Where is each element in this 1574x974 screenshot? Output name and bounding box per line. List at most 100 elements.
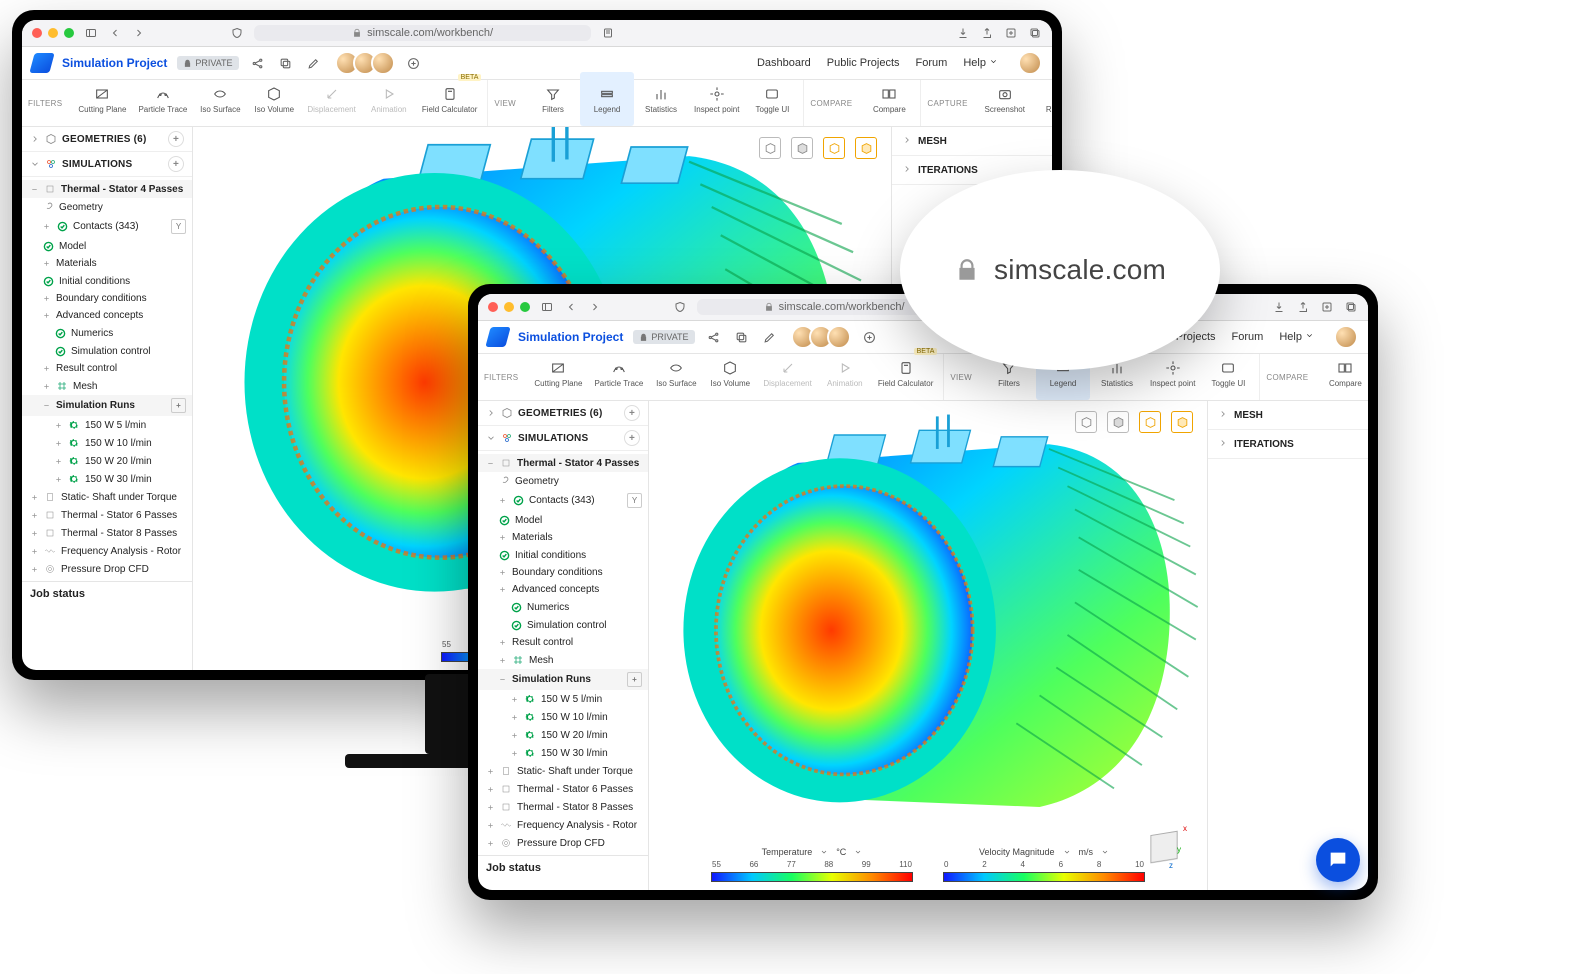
add-collaborator-icon[interactable] [405,54,423,72]
back-icon[interactable] [564,300,578,314]
tree-sim5[interactable]: Frequency Analysis - Rotor [478,816,648,834]
panel-iterations[interactable]: ITERATIONS [1208,430,1368,459]
section-geometries[interactable]: GEOMETRIES (6) + [22,127,192,152]
tree-run[interactable]: 150 W 20 l/min [478,726,648,744]
new-tab-icon[interactable] [1004,26,1018,40]
tree-sim3[interactable]: Thermal - Stator 6 Passes [478,780,648,798]
tree-sim3[interactable]: Thermal - Stator 6 Passes [22,506,192,524]
viewport[interactable]: x y z Temperature °C 5566778899110 [649,401,1207,890]
edit-icon[interactable] [761,328,779,346]
tb-screenshot[interactable]: Screenshot [978,72,1032,126]
tb-iso-surface[interactable]: Iso Surface [649,346,703,400]
tree-sim6[interactable]: Pressure Drop CFD [478,834,648,852]
tree-run[interactable]: 150 W 10 l/min [478,708,648,726]
tb-filters[interactable]: Filters [526,72,580,126]
panel-mesh[interactable]: MESH [1208,401,1368,430]
download-icon[interactable] [956,26,970,40]
section-simulations[interactable]: SIMULATIONS + [478,426,648,451]
tree-sim4[interactable]: Thermal - Stator 8 Passes [22,524,192,542]
sidebar-toggle-icon[interactable] [540,300,554,314]
edit-icon[interactable] [305,54,323,72]
tb-field-calculator[interactable]: Field Calculator [872,346,940,400]
tb-iso-volume[interactable]: Iso Volume [703,346,757,400]
add-icon[interactable]: + [168,131,184,147]
copy-icon[interactable] [277,54,295,72]
tb-compare[interactable]: Compare [1318,346,1368,400]
forward-icon[interactable] [588,300,602,314]
forward-icon[interactable] [132,26,146,40]
maximize-window-icon[interactable] [64,28,74,38]
add-icon[interactable]: + [168,156,184,172]
simscale-logo-icon[interactable] [485,327,510,347]
share-icon[interactable] [1296,300,1310,314]
legend-temperature[interactable]: Temperature °C 5566778899110 [711,847,913,882]
tabs-icon[interactable] [1028,26,1042,40]
new-tab-icon[interactable] [1320,300,1334,314]
tb-toggle-ui[interactable]: Toggle UI [745,72,799,126]
download-icon[interactable] [1272,300,1286,314]
tree-boundary-conditions[interactable]: Boundary conditions [22,290,192,307]
nav-help[interactable]: Help [963,57,998,69]
tree-result-control[interactable]: Result control [478,634,648,651]
tb-compare[interactable]: Compare [862,72,916,126]
tb-particle-trace[interactable]: Particle Trace [588,346,649,400]
close-window-icon[interactable] [488,302,498,312]
tree-sim1[interactable]: Thermal - Stator 4 Passes [478,454,648,472]
copy-icon[interactable] [733,328,751,346]
orientation-axis-icon[interactable]: x y z [1139,822,1187,870]
tree-simulation-runs[interactable]: Simulation Runs+ [478,669,648,690]
simscale-logo-icon[interactable] [29,53,54,73]
tree-contacts[interactable]: Contacts (343)Y [22,216,192,237]
add-run-icon[interactable]: + [627,672,642,687]
tree-run[interactable]: 150 W 30 l/min [22,470,192,488]
tb-statistics[interactable]: Statistics [634,72,688,126]
tb-field-calculator[interactable]: Field Calculator [416,72,484,126]
tree-materials[interactable]: Materials [22,255,192,272]
tb-iso-volume[interactable]: Iso Volume [247,72,301,126]
tree-geometry[interactable]: Geometry [22,198,192,216]
minimize-window-icon[interactable] [48,28,58,38]
tb-toggle-ui[interactable]: Toggle UI [1201,346,1255,400]
tree-simulation-control[interactable]: Simulation control [22,342,192,360]
job-status[interactable]: Job status [478,855,648,880]
project-title[interactable]: Simulation Project [518,330,623,344]
add-run-icon[interactable]: + [171,398,186,413]
shield-icon[interactable] [230,26,244,40]
tree-run[interactable]: 150 W 30 l/min [478,744,648,762]
tb-particle-trace[interactable]: Particle Trace [132,72,193,126]
section-simulations[interactable]: SIMULATIONS + [22,152,192,177]
tb-cutting-plane[interactable]: Cutting Plane [528,346,588,400]
back-icon[interactable] [108,26,122,40]
tree-numerics[interactable]: Numerics [478,598,648,616]
tree-advanced-concepts[interactable]: Advanced concepts [478,581,648,598]
close-window-icon[interactable] [32,28,42,38]
tb-inspect-point[interactable]: Inspect point [688,72,745,126]
tree-sim4[interactable]: Thermal - Stator 8 Passes [478,798,648,816]
tree-contacts[interactable]: Contacts (343)Y [478,490,648,511]
tree-sim5[interactable]: Frequency Analysis - Rotor [22,542,192,560]
address-bar[interactable]: simscale.com/workbench/ [254,25,591,41]
tb-inspect-point[interactable]: Inspect point [1144,346,1201,400]
shield-icon[interactable] [673,300,687,314]
minimize-window-icon[interactable] [504,302,514,312]
tree-initial-conditions[interactable]: Initial conditions [478,546,648,564]
tree-model[interactable]: Model [22,237,192,255]
add-icon[interactable]: + [624,430,640,446]
tree-model[interactable]: Model [478,511,648,529]
nav-forum[interactable]: Forum [1232,331,1264,343]
tree-run[interactable]: 150 W 5 l/min [22,416,192,434]
tb-legend[interactable]: Legend [580,72,634,126]
reader-icon[interactable] [601,26,615,40]
privacy-chip[interactable]: PRIVATE [633,330,694,344]
privacy-chip[interactable]: PRIVATE [177,56,238,70]
tree-sim2[interactable]: Static- Shaft under Torque [22,488,192,506]
tree-simulation-runs[interactable]: Simulation Runs+ [22,395,192,416]
maximize-window-icon[interactable] [520,302,530,312]
tree-simulation-control[interactable]: Simulation control [478,616,648,634]
tree-sim2[interactable]: Static- Shaft under Torque [478,762,648,780]
tree-materials[interactable]: Materials [478,529,648,546]
tree-mesh[interactable]: Mesh [22,377,192,395]
tb-cutting-plane[interactable]: Cutting Plane [72,72,132,126]
tb-record[interactable]: Record [1032,72,1052,126]
nav-dashboard[interactable]: Dashboard [757,57,811,69]
